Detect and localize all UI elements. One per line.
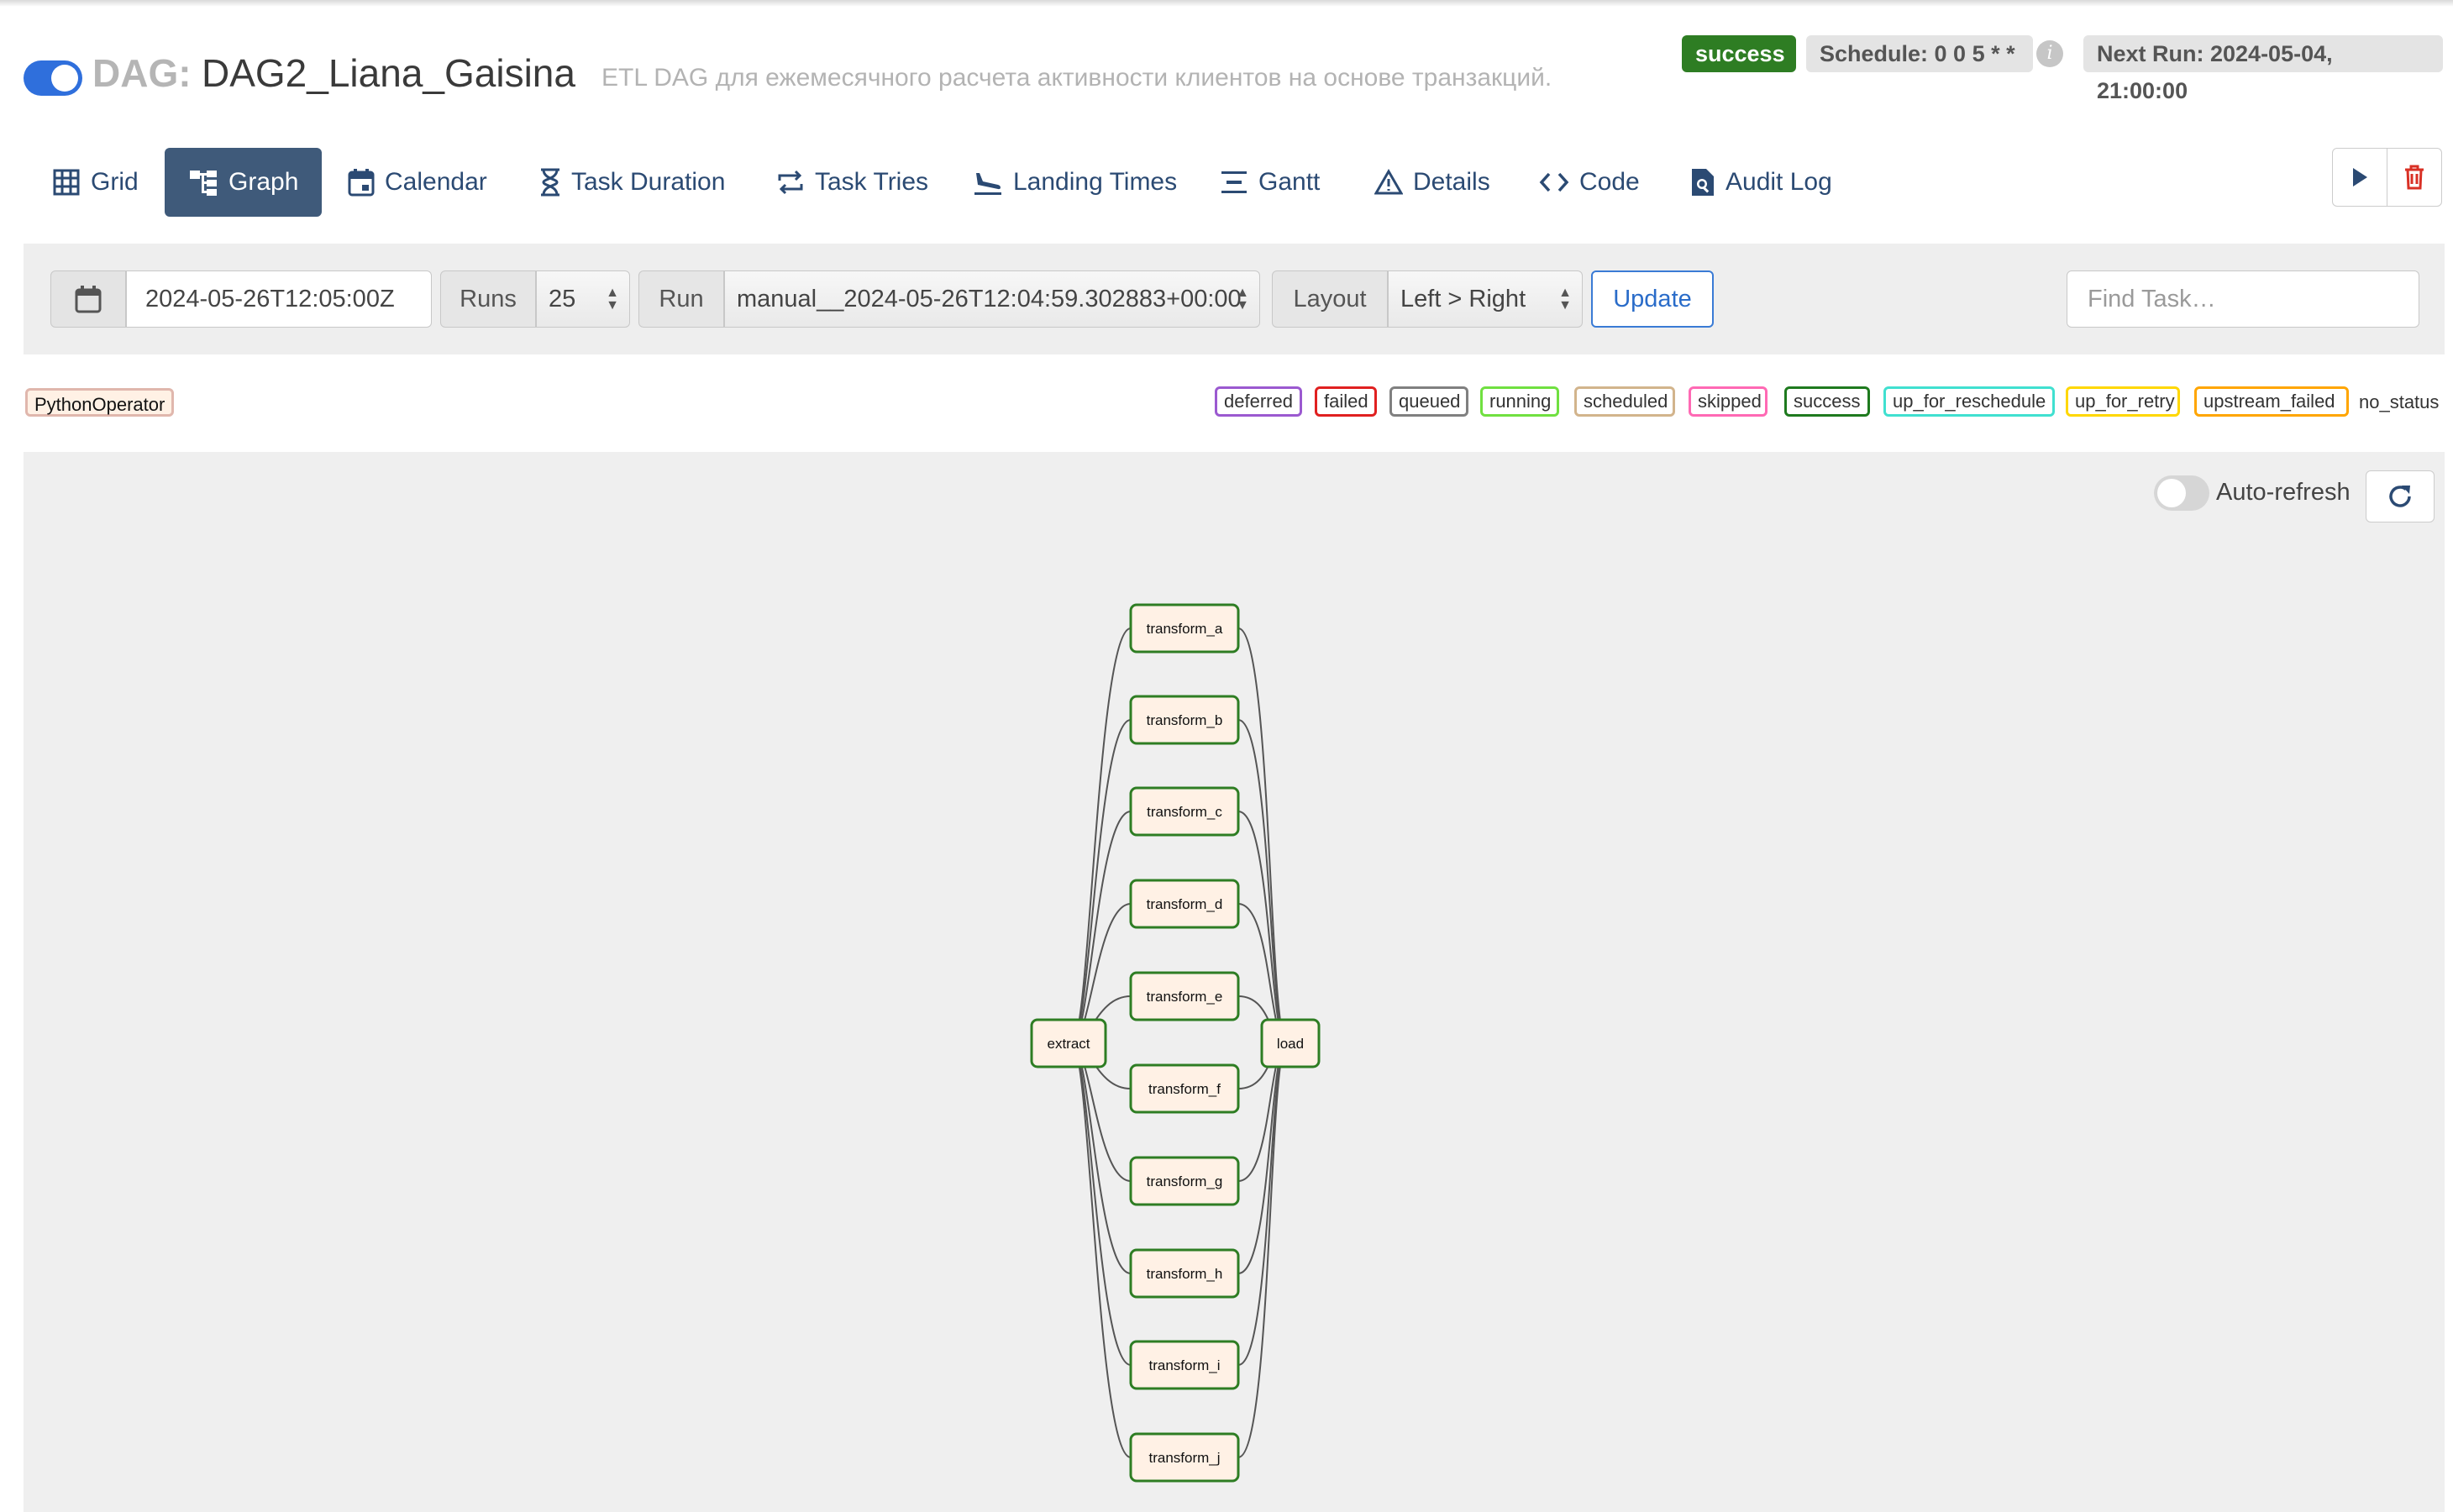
task-node-label: transform_c [1147,804,1222,820]
task-node-label: transform_h [1147,1266,1223,1282]
task-node-label: transform_a [1147,621,1223,637]
task-node-transform-b[interactable]: transform_b [1129,695,1240,745]
task-node-label: extract [1047,1036,1090,1052]
task-node-transform-g[interactable]: transform_g [1129,1156,1240,1206]
task-node-transform-j[interactable]: transform_j [1129,1432,1240,1483]
task-node-label: transform_i [1148,1357,1220,1373]
task-node-transform-i[interactable]: transform_i [1129,1340,1240,1390]
task-node-transform-c[interactable]: transform_c [1129,786,1240,837]
task-node-label: transform_j [1148,1450,1220,1466]
graph-edge [1237,627,1288,1044]
task-node-transform-f[interactable]: transform_f [1129,1063,1240,1114]
graph-edge [1237,1042,1288,1458]
task-node-extract[interactable]: extract [1030,1018,1107,1068]
dag-graph: extract load transform_a transform_btransfo… [1030,603,1321,1483]
task-node-transform-a[interactable]: transform_a [1129,603,1240,654]
task-node-label: transform_f [1148,1081,1221,1097]
task-node-transform-e[interactable]: transform_e [1129,971,1240,1021]
task-node-label: transform_b [1147,712,1223,728]
task-node-label: transform_e [1147,989,1223,1005]
task-node-label: transform_g [1147,1173,1223,1189]
task-node-transform-h[interactable]: transform_h [1129,1248,1240,1299]
task-node-label: load [1277,1036,1304,1052]
task-node-load[interactable]: load [1260,1018,1321,1068]
task-node-transform-d[interactable]: transform_d [1129,879,1240,929]
task-node-label: transform_d [1147,896,1223,912]
